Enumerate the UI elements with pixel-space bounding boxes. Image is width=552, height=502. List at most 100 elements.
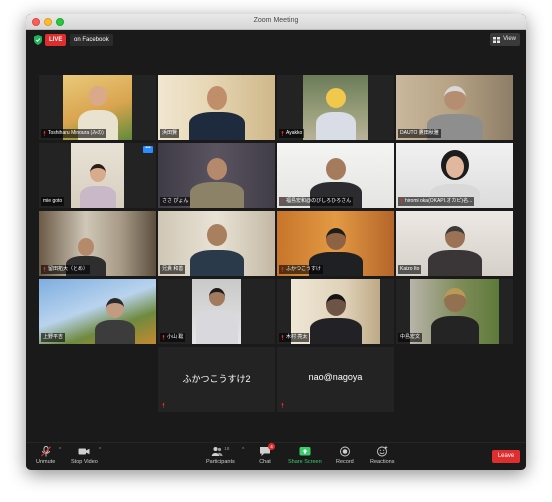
participant-name: DAUTO 鷹田秋雅 bbox=[400, 130, 439, 136]
video-tile[interactable]: 小山 聡 bbox=[158, 279, 275, 344]
video-tile[interactable]: 木村 亮太 bbox=[277, 279, 394, 344]
participant-name-tag: Ayakko bbox=[279, 129, 305, 138]
participant-name: 小山 聡 bbox=[167, 334, 184, 340]
participant-name-tag bbox=[279, 401, 286, 410]
video-tile-active-speaker[interactable]: 浜田賢 bbox=[158, 75, 275, 140]
participant-name: 浜田賢 bbox=[162, 130, 178, 136]
participants-button[interactable]: 18 Participants bbox=[206, 446, 235, 465]
participant-name-tag: 兄貴 和善 bbox=[160, 265, 186, 274]
participant-name-tag: 中島宏文 bbox=[398, 333, 423, 342]
participant-name-tag bbox=[160, 401, 167, 410]
participant-name: 上野平吉 bbox=[43, 334, 64, 340]
more-options-button[interactable]: ••• bbox=[143, 146, 153, 153]
participant-silhouette bbox=[187, 82, 247, 140]
video-off-tile[interactable]: nao@nagoya bbox=[277, 347, 394, 412]
video-feed bbox=[303, 75, 368, 140]
view-button[interactable]: View bbox=[490, 33, 520, 46]
view-label: View bbox=[503, 36, 516, 42]
video-feed bbox=[192, 279, 241, 344]
participant-name-tag: DAUTO 鷹田秋雅 bbox=[398, 129, 441, 138]
live-badge[interactable]: LIVE bbox=[45, 34, 67, 46]
record-icon bbox=[339, 446, 350, 457]
live-destination[interactable]: on Facebook bbox=[70, 34, 113, 46]
reactions-button[interactable]: Reactions bbox=[370, 446, 394, 465]
security-shield-icon[interactable] bbox=[34, 35, 42, 45]
participants-icon bbox=[212, 447, 223, 456]
video-tile[interactable]: DAUTO 鷹田秋雅 bbox=[396, 75, 513, 140]
participant-silhouette bbox=[308, 290, 364, 344]
share-screen-icon bbox=[299, 447, 311, 456]
participant-name: ふかつこうすけ bbox=[286, 266, 322, 272]
participant-silhouette bbox=[314, 82, 358, 140]
video-tile[interactable]: 留田拓大（とめ） bbox=[39, 211, 156, 276]
participant-name-tag: hiromi oka(OKAPI.オカピ)名... bbox=[398, 197, 475, 206]
share-screen-label: Share Screen bbox=[288, 459, 322, 465]
video-tile[interactable]: hiromi oka(OKAPI.オカピ)名... bbox=[396, 143, 513, 208]
meeting-topbar: LIVE on Facebook View bbox=[26, 30, 526, 50]
participant-name-tag: 浜田賢 bbox=[160, 129, 180, 138]
record-button[interactable]: Record bbox=[336, 446, 354, 465]
chat-icon-wrap: 4 bbox=[259, 443, 275, 457]
video-options-caret-icon[interactable]: ^ bbox=[99, 447, 101, 453]
reactions-label: Reactions bbox=[370, 459, 395, 465]
participant-silhouette bbox=[194, 284, 240, 344]
zoom-window: Zoom Meeting LIVE on Facebook View Toshi… bbox=[26, 14, 526, 470]
video-tile[interactable]: 兄貴 和善 bbox=[158, 211, 275, 276]
participant-name: 中島宏文 bbox=[400, 334, 421, 340]
share-screen-button[interactable]: Share Screen bbox=[288, 446, 322, 465]
chat-unread-badge: 4 bbox=[268, 443, 275, 450]
participant-silhouette bbox=[188, 156, 246, 208]
participant-name-tag: ささ ぴょん bbox=[160, 197, 191, 206]
video-feed bbox=[71, 143, 124, 208]
participant-display-name: nao@nagoya bbox=[308, 372, 363, 382]
participant-name: Toshiharu Minoura (みの) bbox=[48, 130, 104, 136]
muted-mic-icon bbox=[43, 131, 46, 136]
meeting-toolbar: Unmute ^ Stop Video ^ 18 Participants ^ … bbox=[26, 442, 526, 470]
participant-name: hiromi oka(OKAPI.オカピ)名... bbox=[405, 198, 473, 204]
stop-video-button[interactable]: Stop Video bbox=[71, 446, 98, 465]
audio-options-caret-icon[interactable]: ^ bbox=[59, 447, 61, 453]
video-tile[interactable]: 上野平吉 bbox=[39, 279, 156, 344]
participant-name-tag: 上野平吉 bbox=[41, 333, 66, 342]
stop-video-label: Stop Video bbox=[71, 459, 98, 465]
record-label: Record bbox=[336, 459, 354, 465]
muted-mic-icon bbox=[281, 199, 284, 204]
video-tile[interactable]: 福島宏和@のびしろひろさん bbox=[277, 143, 394, 208]
video-tile[interactable]: ささ ぴょん bbox=[158, 143, 275, 208]
participants-label: Participants bbox=[206, 459, 235, 465]
video-tile[interactable]: ••• mie goto bbox=[39, 143, 156, 208]
video-camera-icon bbox=[78, 448, 90, 455]
reactions-smiley-icon bbox=[377, 446, 388, 457]
participant-silhouette bbox=[426, 222, 484, 276]
participants-icon-wrap: 18 bbox=[211, 446, 229, 459]
participant-silhouette bbox=[93, 294, 137, 344]
participant-name-tag: 福島宏和@のびしろひろさん bbox=[279, 197, 354, 206]
participant-name: 兄貴 和善 bbox=[162, 266, 184, 272]
participants-options-caret-icon[interactable]: ^ bbox=[242, 447, 244, 453]
video-tile[interactable]: Ayakko bbox=[277, 75, 394, 140]
participants-count: 18 bbox=[224, 446, 230, 451]
participant-name-tag: mie goto bbox=[41, 197, 65, 206]
participant-name-tag: 小山 聡 bbox=[160, 333, 186, 342]
participant-name: ささ ぴょん bbox=[162, 198, 189, 204]
participant-silhouette bbox=[78, 160, 118, 208]
chat-button[interactable]: 4 Chat bbox=[259, 443, 275, 465]
window-titlebar: Zoom Meeting bbox=[26, 14, 526, 30]
muted-mic-icon bbox=[281, 403, 284, 408]
video-grid: Toshiharu Minoura (みの) 浜田賢 Ayakko DAUTO … bbox=[26, 50, 526, 428]
video-tile[interactable]: 中島宏文 bbox=[396, 279, 513, 344]
participant-name-tag: Toshiharu Minoura (みの) bbox=[41, 129, 106, 138]
video-feed bbox=[410, 279, 499, 344]
video-tile[interactable]: ふかつこうすけ bbox=[277, 211, 394, 276]
video-tile[interactable]: Kaizo Ito bbox=[396, 211, 513, 276]
participant-name: Ayakko bbox=[286, 130, 303, 136]
participant-name: mie goto bbox=[43, 198, 63, 204]
leave-meeting-button[interactable]: Leave bbox=[492, 450, 520, 463]
muted-mic-icon bbox=[400, 199, 403, 204]
video-off-tile[interactable]: ふかつこうすけ2 bbox=[158, 347, 275, 412]
unmute-button[interactable]: Unmute bbox=[36, 446, 55, 465]
grid-view-icon bbox=[493, 36, 501, 43]
muted-mic-icon bbox=[281, 267, 284, 272]
muted-mic-icon bbox=[162, 335, 165, 340]
video-tile[interactable]: Toshiharu Minoura (みの) bbox=[39, 75, 156, 140]
